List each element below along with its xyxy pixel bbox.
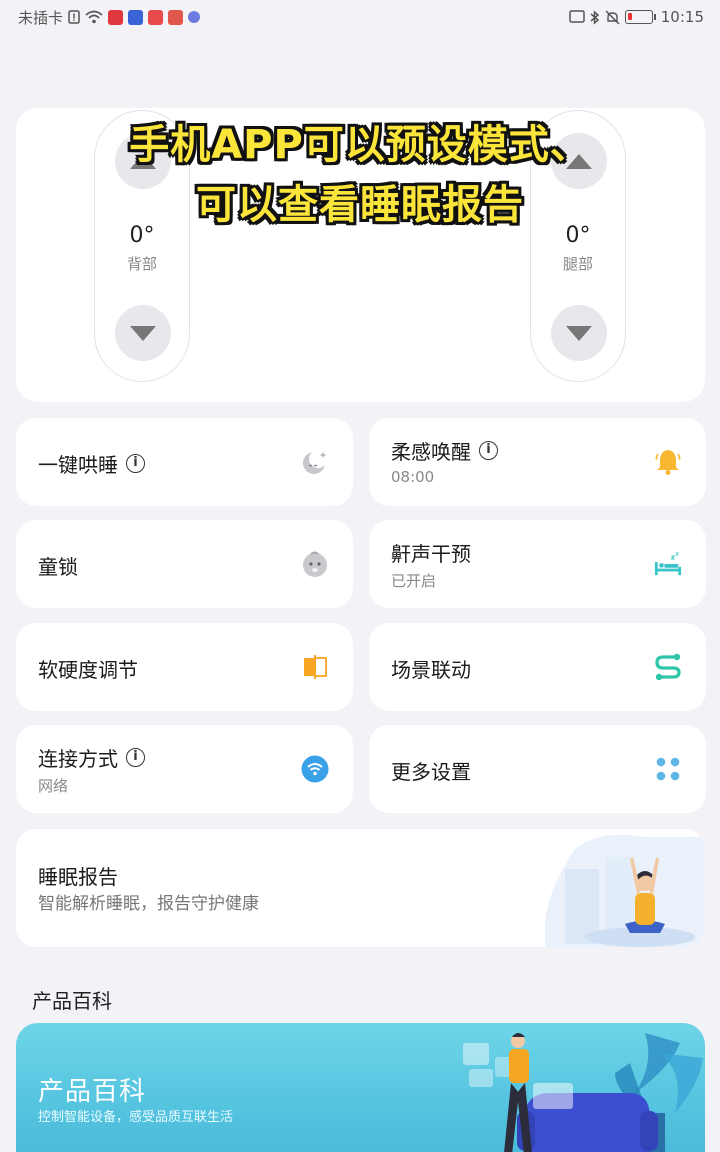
caption-line-1: 手机APP可以预设模式、 [129, 122, 591, 168]
leg-angle-label: 腿部 [562, 255, 593, 273]
music-app-icon [188, 11, 201, 23]
wifi-status-icon [85, 10, 103, 24]
encyclopedia-banner[interactable]: 产品百科 控制智能设备，感受品质互联生活 [16, 1023, 705, 1152]
svg-text:z: z [675, 552, 678, 558]
banner-title: 产品百科 [38, 1077, 147, 1107]
sleep-report-subtitle: 智能解析睡眠，报告守护健康 [38, 894, 259, 914]
red-app-icon [148, 9, 164, 25]
meditation-illustration [545, 834, 705, 947]
tile-label: 软硬度调节 [38, 658, 138, 682]
svg-text:z: z [671, 552, 675, 561]
tile-label: 更多设置 [391, 760, 471, 784]
arrow-down-icon [130, 325, 156, 341]
sleeping-bed-icon: zz [654, 550, 682, 578]
banner-subtitle: 控制智能设备，感受品质互联生活 [38, 1110, 234, 1125]
recorder-app-icon [108, 9, 124, 25]
more-settings-tile[interactable]: 更多设置 [369, 725, 706, 813]
cast-icon [569, 10, 585, 23]
baby-face-icon [301, 550, 329, 578]
clock-text: 10:15 [660, 8, 704, 26]
video-app-icon [128, 9, 144, 25]
grid-dots-icon [654, 755, 682, 783]
tile-label: 场景联动 [391, 658, 471, 682]
smart-home-illustration [463, 1033, 703, 1152]
tile-label: 一键哄睡 [38, 453, 118, 477]
firmness-icon [301, 653, 329, 681]
one-key-sleep-tile[interactable]: 一键哄睡 i [16, 418, 353, 506]
mute-bell-icon [605, 9, 620, 25]
snore-intervention-tile[interactable]: 鼾声干预 已开启 zz [369, 520, 706, 608]
red-app-icon-2 [168, 9, 184, 25]
scene-link-icon [654, 653, 682, 681]
sleep-report-title: 睡眠报告 [38, 865, 118, 889]
back-angle-label: 背部 [126, 255, 157, 273]
sim-alert-icon [68, 10, 80, 24]
tile-label: 童锁 [38, 555, 78, 579]
arrow-down-icon [566, 325, 592, 341]
connection-mode: 网络 [38, 777, 69, 795]
tile-label: 鼾声干预 [391, 542, 471, 566]
encyclopedia-section-title: 产品百科 [32, 989, 112, 1013]
moon-sleep-icon [301, 448, 329, 476]
bluetooth-icon [590, 9, 599, 25]
wifi-icon [301, 755, 329, 783]
info-icon[interactable]: i [479, 441, 498, 460]
back-down-button[interactable] [115, 305, 171, 361]
tile-label: 柔感唤醒 [391, 440, 471, 464]
connection-tile[interactable]: 连接方式 i 网络 [16, 725, 353, 813]
snore-status: 已开启 [391, 572, 437, 590]
leg-down-button[interactable] [551, 305, 607, 361]
info-icon[interactable]: i [126, 454, 145, 473]
gentle-wake-tile[interactable]: 柔感唤醒 i 08:00 [369, 418, 706, 506]
scene-link-tile[interactable]: 场景联动 [369, 623, 706, 711]
info-icon[interactable]: i [126, 748, 145, 767]
carrier-text: 未插卡 [18, 8, 64, 27]
caption-line-2: 可以查看睡眠报告 [196, 182, 524, 228]
status-bar: 未插卡 10:15 [0, 0, 720, 34]
bell-icon [654, 448, 682, 476]
sleep-report-card[interactable]: 睡眠报告 智能解析睡眠，报告守护健康 [16, 829, 705, 947]
wake-time: 08:00 [391, 468, 435, 486]
child-lock-tile[interactable]: 童锁 [16, 520, 353, 608]
battery-icon [624, 10, 653, 24]
firmness-tile[interactable]: 软硬度调节 [16, 623, 353, 711]
tile-label: 连接方式 [38, 747, 118, 771]
